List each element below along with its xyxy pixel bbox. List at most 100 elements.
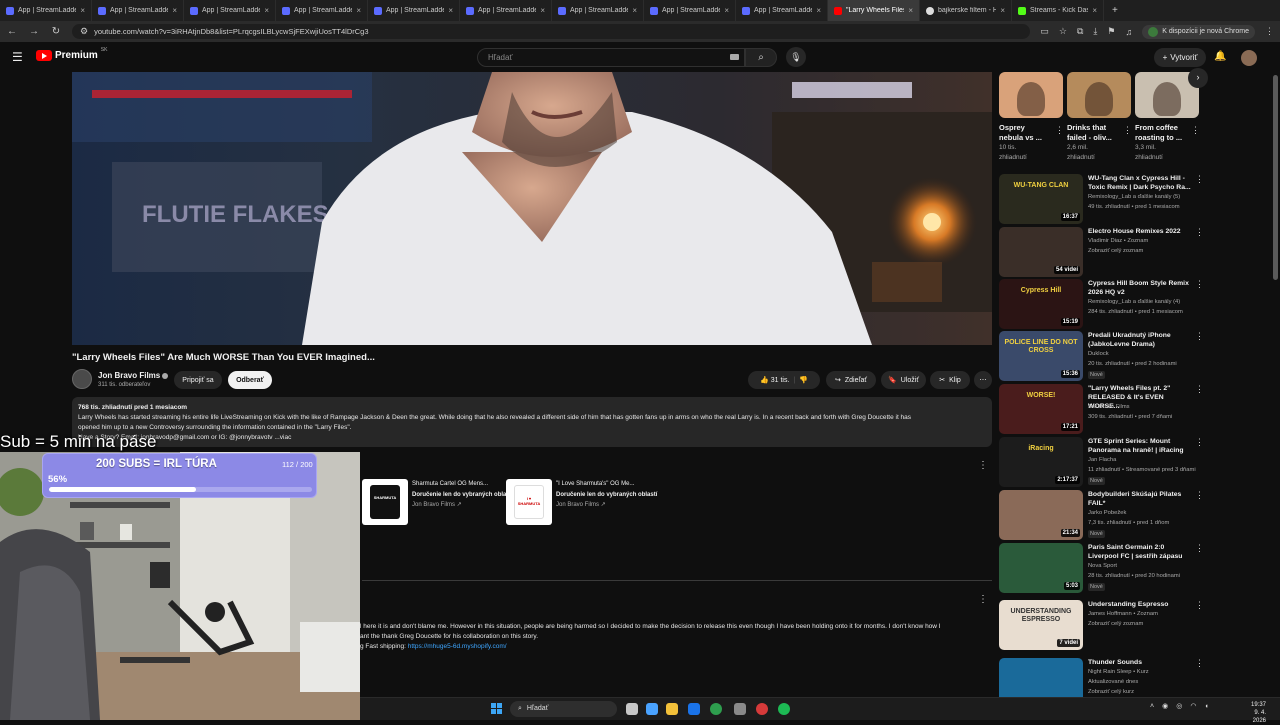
recommendation-title[interactable]: GTE Sprint Series: Mount Panorama na hran… [1088, 437, 1192, 455]
short-card[interactable]: Drinks that failed - oliv... 2,6 mil. zhlia… [1067, 72, 1132, 163]
recommendation-title[interactable]: Thunder Sounds [1088, 658, 1192, 667]
discord-icon[interactable]: ◎ [1176, 702, 1182, 710]
close-icon[interactable]: × [724, 6, 729, 15]
more-vertical-icon[interactable]: ⋮ [1195, 658, 1204, 669]
file-explorer-icon[interactable] [666, 703, 678, 715]
recommendation-item[interactable]: iRacing 2:17:37 GTE Sprint Series: Mount Pa… [999, 437, 1204, 487]
site-info-icon[interactable]: ⚙ [80, 26, 88, 37]
back-icon[interactable]: ← [6, 26, 18, 37]
recommendation-item[interactable]: 21:34 Bodybuilderi Skúšajú Pilates FAIL* Ja… [999, 490, 1204, 540]
forward-icon[interactable]: → [28, 26, 40, 37]
channel-name[interactable]: Jon Bravo Films [98, 371, 160, 380]
short-card[interactable]: From coffee roasting to ... 3,3 mil. zhliad… [1135, 72, 1200, 163]
more-vertical-icon[interactable]: ⋮ [1055, 125, 1064, 136]
store-icon[interactable] [688, 703, 700, 715]
subscribe-button[interactable]: Odberať [228, 371, 272, 389]
download-icon[interactable]: ⤓ [1093, 26, 1097, 37]
close-icon[interactable]: × [356, 6, 361, 15]
comment-more-icon[interactable]: ⋮ [978, 594, 988, 605]
browser-tab[interactable]: App | StreamLadder × [0, 0, 92, 21]
more-vertical-icon[interactable]: ⋮ [1195, 543, 1204, 554]
keyboard-icon[interactable] [730, 54, 739, 60]
browser-tab[interactable]: App | StreamLadder × [184, 0, 276, 21]
recommendation-item[interactable]: WORSE! 17:21 "Larry Wheels Files pt. 2" REL… [999, 384, 1204, 434]
recommendation-channel[interactable]: Remixology_Lab a ďalšie kanály (4) [1088, 298, 1200, 306]
recommendation-title[interactable]: Understanding Espresso [1088, 600, 1192, 609]
copilot-icon[interactable] [646, 703, 658, 715]
join-button[interactable]: Pripojiť sa [174, 371, 222, 389]
browser-tab[interactable]: App | StreamLadder × [736, 0, 828, 21]
recommendation-item[interactable]: WU-TANG CLAN 16:37 WU-Tang Clan x Cypress … [999, 174, 1204, 224]
recommendation-thumbnail[interactable]: 54 videí [999, 227, 1083, 277]
merch-thumbnail[interactable]: I ♥ SHARMUTA [506, 479, 552, 525]
recommendation-thumbnail[interactable]: WORSE! 17:21 [999, 384, 1083, 434]
shorts-next-button[interactable]: › [1188, 68, 1208, 88]
terminal-icon[interactable] [734, 703, 746, 715]
more-vertical-icon[interactable]: ⋮ [1195, 437, 1204, 448]
new-tab-button[interactable]: + [1104, 5, 1126, 16]
merch-title[interactable]: Sharmuta Cartel OG Mens... [412, 479, 488, 489]
channel-name-container[interactable]: Jon Bravo Films [98, 371, 169, 380]
more-vertical-icon[interactable]: ⋮ [1195, 384, 1204, 395]
media-icon[interactable]: ♫ [1125, 27, 1132, 37]
spotify-icon[interactable] [778, 703, 790, 715]
hamburger-menu-icon[interactable]: ☰ [12, 50, 23, 64]
browser-menu-icon[interactable]: ⋮ [1265, 26, 1274, 37]
chrome-icon[interactable] [710, 703, 722, 715]
more-vertical-icon[interactable]: ⋮ [1191, 125, 1200, 136]
reload-icon[interactable]: ↻ [50, 26, 62, 37]
flag-icon[interactable]: ⚑ [1107, 26, 1115, 37]
short-card[interactable]: Osprey nebula vs ... 10 tis. zhliadnutí ⋮ [999, 72, 1064, 163]
recommendation-channel[interactable]: Nova Sport [1088, 562, 1200, 570]
close-icon[interactable]: × [816, 6, 821, 15]
dislike-button[interactable]: 👎 [799, 376, 808, 384]
recommendation-title[interactable]: Predali Ukradnutý iPhone (JabkoLevne Dram… [1088, 331, 1192, 349]
search-button[interactable]: ⌕ [745, 48, 777, 67]
recommendation-item[interactable]: UNDERSTANDING ESPRESSO 7 videí Understandi… [999, 600, 1204, 650]
like-button[interactable]: 👍 31 tis. [760, 376, 789, 384]
close-icon[interactable]: × [1000, 6, 1005, 15]
close-icon[interactable]: × [632, 6, 637, 15]
more-actions-button[interactable]: ⋯ [974, 371, 992, 389]
channel-avatar[interactable] [72, 369, 92, 389]
save-button[interactable]: 🔖 Uložiť [881, 371, 926, 389]
recommendation-title[interactable]: Cypress Hill Boom Style Remix 2026 HQ v2 [1088, 279, 1192, 297]
taskbar-search[interactable]: ⌕ Hľadať [510, 701, 617, 717]
browser-tab[interactable]: App | StreamLadder × [92, 0, 184, 21]
notifications-bell-icon[interactable]: 🔔 [1214, 51, 1226, 62]
share-button[interactable]: ↪ Zdieľať [826, 371, 876, 389]
recommendation-title[interactable]: Bodybuilderi Skúšajú Pilates FAIL* [1088, 490, 1192, 508]
recommendation-channel[interactable]: Night Rain Sleep • Kurz [1088, 668, 1200, 676]
close-icon[interactable]: × [448, 6, 453, 15]
browser-tab[interactable]: bajkerske filtem - Hľad × [920, 0, 1012, 21]
recommendation-channel[interactable]: Duklock [1088, 350, 1200, 358]
more-vertical-icon[interactable]: ⋮ [1195, 490, 1204, 501]
extensions-icon[interactable]: ⧉ [1077, 26, 1083, 37]
voice-search-button[interactable]: 🎙 [786, 47, 806, 67]
more-vertical-icon[interactable]: ⋮ [1195, 227, 1204, 238]
short-thumbnail[interactable] [999, 72, 1063, 118]
short-thumbnail[interactable] [1067, 72, 1131, 118]
recommendation-thumbnail[interactable]: WU-TANG CLAN 16:37 [999, 174, 1083, 224]
more-vertical-icon[interactable]: ⋮ [1123, 125, 1132, 136]
user-avatar[interactable] [1241, 50, 1257, 66]
search-input[interactable]: Hľadať [477, 48, 745, 67]
recommendation-title[interactable]: Electro House Remixes 2022 [1088, 227, 1192, 236]
shop-link[interactable]: https://mhuge5-6d.myshopify.com/ [408, 643, 507, 650]
obs-icon[interactable] [756, 703, 768, 715]
show-course-link[interactable]: Zobraziť celý kurz [1088, 688, 1200, 696]
video-player[interactable]: FLUTIE FLAKES [72, 72, 992, 345]
recommendation-item[interactable]: Cypress Hill 15:19 Cypress Hill Boom Style… [999, 279, 1204, 329]
chevron-up-icon[interactable]: ˄ [1150, 703, 1154, 710]
description-more-link[interactable]: ...viac [274, 434, 291, 441]
recommendation-item[interactable]: 5:03 Paris Saint Germain 2:0 Liverpool FC … [999, 543, 1204, 593]
close-icon[interactable]: × [80, 6, 85, 15]
browser-tab[interactable]: App | StreamLadder × [460, 0, 552, 21]
browser-tab[interactable]: App | StreamLadder × [552, 0, 644, 21]
clip-button[interactable]: ✂ Klip [930, 371, 970, 389]
more-vertical-icon[interactable]: ⋮ [1195, 174, 1204, 185]
recommendation-channel[interactable]: Jan Flacha [1088, 456, 1200, 464]
youtube-logo[interactable]: Premium SK [36, 47, 107, 61]
create-button[interactable]: + Vytvoriť [1154, 48, 1206, 67]
recommendation-thumbnail[interactable]: iRacing 2:17:37 [999, 437, 1083, 487]
